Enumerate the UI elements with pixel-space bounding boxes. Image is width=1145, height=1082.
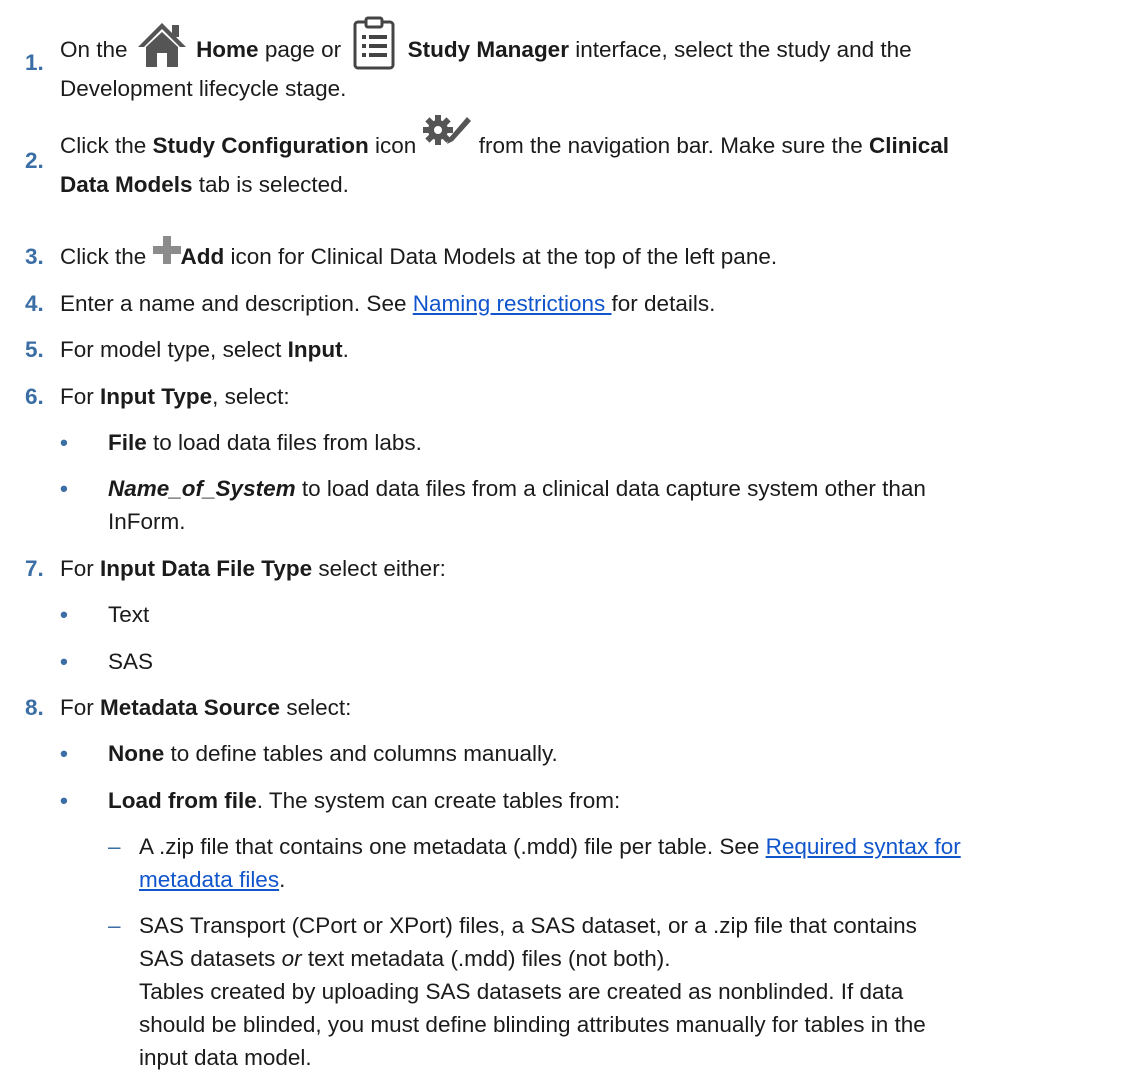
- clipboard-list-icon: [347, 15, 401, 71]
- add-label: Add: [180, 244, 225, 269]
- step-number: 7.: [25, 556, 44, 581]
- step-text: For model type, select: [60, 337, 288, 362]
- naming-restrictions-link[interactable]: Naming restrictions: [413, 291, 612, 316]
- required-syntax-link[interactable]: Required syntax for: [766, 834, 961, 859]
- step-number: 1.: [25, 50, 44, 75]
- gear-pencil-icon: [422, 113, 473, 153]
- name-of-system-label: Name_of_System: [108, 476, 296, 501]
- dash: –: [108, 913, 121, 938]
- step-text: page or: [258, 37, 348, 62]
- list-item-text: SAS Transport (CPort or XPort) files, a …: [139, 913, 917, 938]
- dash: –: [108, 834, 121, 859]
- list-item-text: .: [279, 867, 286, 892]
- step-text: Click the: [60, 244, 153, 269]
- step-text: select either:: [312, 556, 446, 581]
- study-manager-label: Study Manager: [407, 37, 569, 62]
- step-text: For: [60, 384, 101, 409]
- step-text: Click the: [60, 133, 153, 158]
- bullet: •: [60, 649, 68, 674]
- bullet: •: [60, 741, 68, 766]
- home-icon: [134, 17, 190, 73]
- list-item-text: to define tables and columns manually.: [164, 741, 558, 766]
- emphasis-or: or: [281, 946, 302, 971]
- step-text: select:: [280, 695, 352, 720]
- study-configuration-label: Study Configuration: [152, 133, 369, 158]
- list-item-text: SAS: [108, 649, 154, 674]
- data-models-label: Data Models: [60, 172, 193, 197]
- input-data-file-type-label: Input Data File Type: [100, 556, 313, 581]
- step-number: 4.: [25, 291, 44, 316]
- required-syntax-link[interactable]: metadata files: [139, 867, 279, 892]
- list-item-text: Text: [108, 602, 150, 627]
- list-item-text: to load data files from labs.: [146, 430, 422, 455]
- step-text: from the navigation bar. Make sure the: [472, 133, 870, 158]
- metadata-source-label: Metadata Source: [100, 695, 281, 720]
- input-label: Input: [287, 337, 343, 362]
- bullet: •: [60, 430, 68, 455]
- bullet: •: [60, 602, 68, 627]
- step-number: 8.: [25, 695, 44, 720]
- list-item-text: SAS datasets: [139, 946, 282, 971]
- step-text: , select:: [212, 384, 290, 409]
- bullet: •: [60, 476, 68, 501]
- bullet: •: [60, 788, 68, 813]
- list-item-text: . The system can create tables from:: [256, 788, 621, 813]
- list-item-text: to load data files from a clinical data …: [295, 476, 926, 501]
- step-number: 5.: [25, 337, 44, 362]
- step-text: For: [60, 556, 101, 581]
- plus-icon: [152, 236, 181, 265]
- note-text: input data model.: [139, 1045, 312, 1070]
- step-text: Enter a name and description. See: [60, 291, 413, 316]
- step-text: icon: [368, 133, 423, 158]
- home-label: Home: [196, 37, 259, 62]
- none-label: None: [108, 741, 165, 766]
- step-text: interface, select the study and the: [568, 37, 912, 62]
- list-item-text: InForm.: [108, 509, 186, 534]
- file-label: File: [108, 430, 147, 455]
- document: 1. On the Home page or Study Manager int…: [0, 0, 1145, 1082]
- list-item-text: A .zip file that contains one metadata (…: [139, 834, 766, 859]
- input-type-label: Input Type: [100, 384, 213, 409]
- clinical-label: Clinical: [869, 133, 950, 158]
- step-text: .: [342, 337, 349, 362]
- step-number: 2.: [25, 148, 44, 173]
- step-text: icon for Clinical Data Models at the top…: [224, 244, 778, 269]
- step-text: tab is selected.: [192, 172, 349, 197]
- step-text: for details.: [611, 291, 716, 316]
- step-text: For: [60, 695, 101, 720]
- list-item-text: text metadata (.mdd) files (not both).: [301, 946, 671, 971]
- step-number: 3.: [25, 244, 44, 269]
- step-number: 6.: [25, 384, 44, 409]
- note-text: should be blinded, you must define blind…: [139, 1012, 926, 1037]
- load-from-file-label: Load from file: [108, 788, 257, 813]
- step-text: On the: [60, 37, 134, 62]
- note-text: Tables created by uploading SAS datasets…: [139, 979, 904, 1004]
